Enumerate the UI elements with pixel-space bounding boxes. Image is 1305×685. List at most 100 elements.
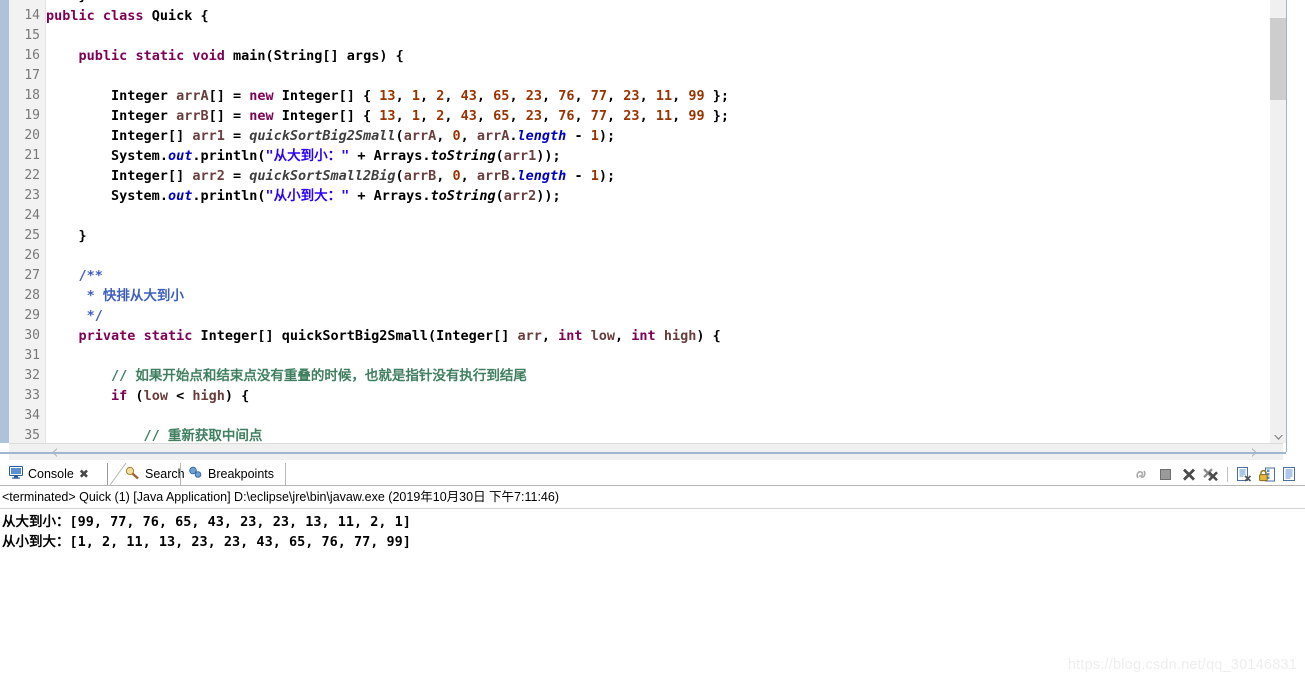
code-token: 99 bbox=[688, 88, 705, 104]
code-line[interactable] bbox=[46, 406, 1269, 426]
terminate-relaunch-icon[interactable] bbox=[1131, 463, 1154, 485]
code-line[interactable]: // 重新获取中间点 bbox=[46, 426, 1269, 443]
code-line[interactable]: Integer arrA[] = new Integer[] { 13, 1, … bbox=[46, 86, 1269, 106]
code-text-area[interactable]: } public class Quick { public static void… bbox=[46, 0, 1269, 443]
line-number: 20 bbox=[24, 128, 40, 143]
tab-search-label: Search bbox=[145, 467, 185, 481]
code-line[interactable] bbox=[46, 206, 1269, 226]
line-number: 32 bbox=[24, 368, 40, 383]
console-monitor-icon bbox=[9, 466, 23, 482]
code-token: }; bbox=[704, 108, 730, 124]
line-number: 14 bbox=[24, 8, 40, 23]
code-token: Integer bbox=[111, 128, 168, 144]
code-token: * 快排从大到小 bbox=[86, 288, 184, 304]
editor-vertical-scrollbar[interactable] bbox=[1270, 0, 1287, 443]
code-token: if bbox=[111, 388, 128, 404]
tab-console[interactable]: Console ✖ bbox=[2, 463, 108, 485]
line-number: 21 bbox=[24, 148, 40, 163]
code-token: , bbox=[574, 108, 591, 124]
code-token: 0 bbox=[452, 168, 461, 184]
code-token: , bbox=[607, 88, 624, 104]
code-token: 1 bbox=[411, 88, 420, 104]
code-line[interactable]: Integer[] arr2 = quickSortSmall2Big(arrB… bbox=[46, 166, 1269, 186]
eclipse-ide-window: 13 14 15 16 17 18 19 20 21 22 23 24 25 26 27 28 29 30 31 32… bbox=[0, 0, 1305, 685]
tab-bar-underline bbox=[0, 485, 1305, 486]
code-line[interactable]: */ bbox=[46, 306, 1269, 326]
code-token: )); bbox=[536, 148, 561, 164]
code-line[interactable]: // 如果开始点和结束点没有重叠的时候，也就是指针没有执行到结尾 bbox=[46, 366, 1269, 386]
code-line[interactable]: System.out.println("从大到小：" + Arrays.toSt… bbox=[46, 146, 1269, 166]
code-line[interactable]: System.out.println("从小到大：" + Arrays.toSt… bbox=[46, 186, 1269, 206]
code-line[interactable]: } bbox=[46, 226, 1269, 246]
code-line[interactable]: Integer arrB[] = new Integer[] { 13, 1, … bbox=[46, 106, 1269, 126]
code-token: arr2 bbox=[192, 168, 225, 184]
line-number: 28 bbox=[24, 288, 40, 303]
code-token: public bbox=[78, 48, 128, 64]
breakpoints-dots-icon bbox=[188, 466, 203, 482]
code-line[interactable]: if (low < high) { bbox=[46, 386, 1269, 406]
code-line[interactable]: Integer[] arr1 = quickSortBig2Small(arrA… bbox=[46, 126, 1269, 146]
tab-search[interactable]: Search bbox=[118, 463, 185, 485]
tab-console-label: Console bbox=[28, 467, 74, 481]
code-line[interactable]: public static void main(String[] args) { bbox=[46, 46, 1269, 66]
code-token: quickSortBig2Small bbox=[249, 128, 396, 144]
code-line[interactable] bbox=[46, 26, 1269, 46]
code-token: Integer[] quickSortBig2Small(Integer[] bbox=[192, 328, 518, 344]
code-line[interactable] bbox=[46, 66, 1269, 86]
toolbar-divider bbox=[1227, 466, 1228, 482]
code-token: arrB bbox=[403, 168, 437, 184]
terminate-icon[interactable] bbox=[1154, 463, 1177, 485]
code-line[interactable]: * 快排从大到小 bbox=[46, 286, 1269, 306]
code-token: 23 bbox=[623, 88, 640, 104]
tab-breakpoints[interactable]: Breakpoints bbox=[180, 463, 286, 485]
remove-launch-icon[interactable] bbox=[1177, 463, 1200, 485]
code-token: , bbox=[436, 168, 453, 184]
code-token: Integer bbox=[111, 88, 168, 104]
code-token: Integer bbox=[111, 108, 168, 124]
line-number-gutter: 1314151617181920212223242526272829303132… bbox=[9, 0, 46, 443]
line-number: 23 bbox=[24, 188, 40, 203]
editor-right-gap bbox=[1287, 0, 1305, 459]
editor-vertical-scrollbar-thumb[interactable] bbox=[1270, 18, 1287, 100]
code-token: ( bbox=[395, 128, 404, 144]
code-token: int bbox=[631, 328, 656, 344]
pin-console-icon[interactable] bbox=[1278, 463, 1301, 485]
java-editor[interactable]: 13 14 15 16 17 18 19 20 21 22 23 24 25 26 27 28 29 30 31 32… bbox=[0, 0, 1305, 460]
scroll-lock-icon[interactable] bbox=[1255, 463, 1278, 485]
code-token: System bbox=[111, 148, 160, 164]
code-token: .println( bbox=[192, 188, 266, 204]
code-token: out bbox=[167, 188, 193, 204]
code-token: [] = bbox=[208, 88, 250, 104]
code-token: , bbox=[444, 88, 461, 104]
code-token: static bbox=[135, 48, 185, 64]
code-token: arr1 bbox=[192, 128, 225, 144]
code-token: , bbox=[444, 108, 461, 124]
code-line[interactable]: private static Integer[] quickSortBig2Sm… bbox=[46, 326, 1269, 346]
clear-console-icon[interactable] bbox=[1232, 463, 1255, 485]
line-number: 29 bbox=[24, 308, 40, 323]
code-line[interactable] bbox=[46, 246, 1269, 266]
code-token: void bbox=[192, 48, 225, 64]
editor-marker-bar[interactable] bbox=[0, 0, 9, 443]
code-token: // 如果开始点和结束点没有重叠的时候，也就是指针没有执行到结尾 bbox=[111, 368, 527, 384]
code-token: 0 bbox=[452, 128, 461, 144]
remove-all-terminated-icon[interactable] bbox=[1200, 463, 1223, 485]
code-line[interactable]: public class Quick { bbox=[46, 6, 1269, 26]
code-token: low bbox=[590, 328, 616, 344]
code-token: [] = bbox=[208, 108, 250, 124]
code-line[interactable] bbox=[46, 346, 1269, 366]
code-token: , bbox=[541, 328, 559, 344]
tab-close-icon[interactable]: ✖ bbox=[79, 467, 89, 481]
code-line[interactable]: /** bbox=[46, 266, 1269, 286]
code-token: arr bbox=[517, 328, 542, 344]
code-token: high bbox=[192, 388, 225, 404]
code-token: , bbox=[509, 108, 526, 124]
line-number: 15 bbox=[24, 28, 40, 43]
code-token: (String[] args) { bbox=[265, 48, 404, 64]
